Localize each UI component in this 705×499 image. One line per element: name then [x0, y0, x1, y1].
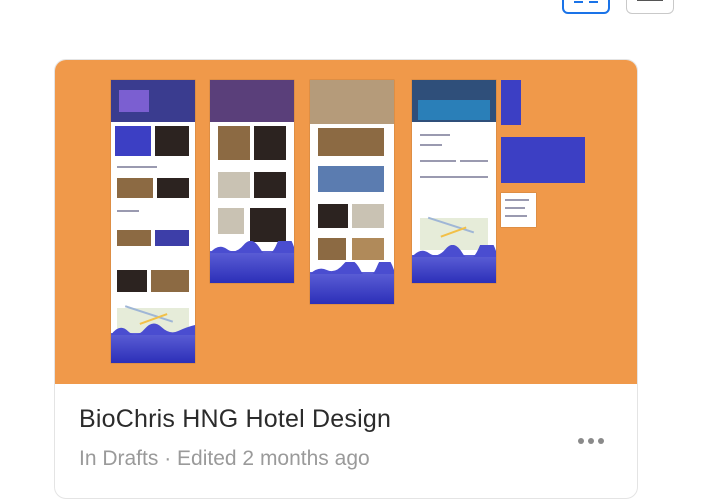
more-dot	[598, 438, 604, 444]
design-frame-home	[111, 80, 195, 363]
more-horizontal-icon	[578, 438, 584, 444]
project-edited-time: Edited 2 months ago	[177, 447, 370, 470]
design-frame-widget	[501, 193, 536, 227]
more-options-button[interactable]	[573, 432, 609, 450]
more-dot	[588, 438, 594, 444]
project-card[interactable]: BioChris HNG Hotel Design In Drafts · Ed…	[54, 59, 638, 499]
project-meta: In Drafts · Edited 2 months ago	[79, 447, 370, 471]
design-frame-modal	[501, 137, 585, 183]
project-thumbnail[interactable]	[55, 60, 637, 384]
design-frame-menu	[501, 80, 521, 125]
list-view-button[interactable]	[626, 0, 674, 14]
list-icon	[637, 0, 663, 1]
meta-separator: ·	[164, 447, 172, 470]
design-frame-contact	[412, 80, 496, 283]
project-title[interactable]: BioChris HNG Hotel Design	[79, 405, 391, 434]
grid-icon	[574, 1, 583, 3]
design-frame-gallery	[310, 80, 394, 304]
project-location[interactable]: In Drafts	[79, 447, 158, 470]
grid-icon-part	[589, 1, 598, 3]
grid-view-button[interactable]	[562, 0, 610, 14]
design-frame-rooms	[210, 80, 294, 283]
